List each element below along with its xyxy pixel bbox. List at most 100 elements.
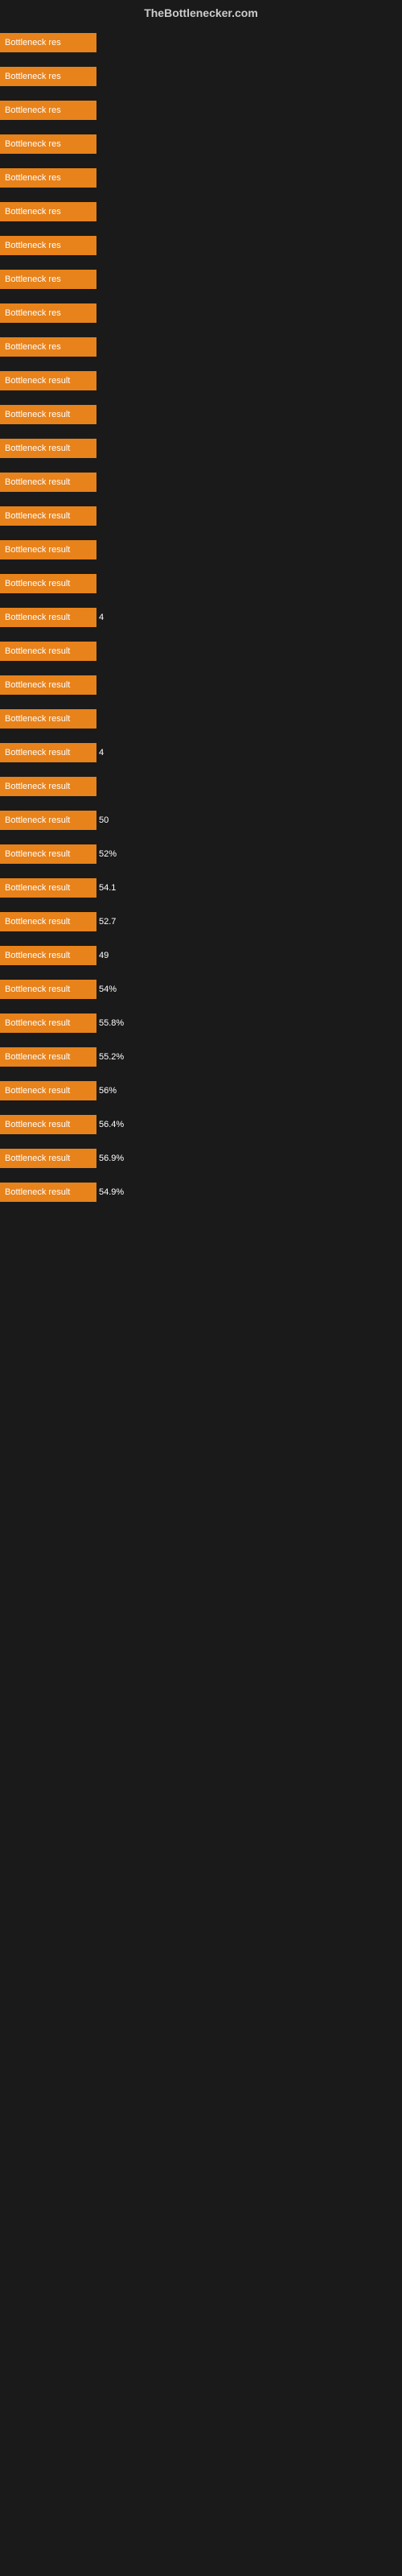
bar-value-container: 56.4% bbox=[96, 1115, 124, 1134]
bar-value-container: 56% bbox=[96, 1081, 117, 1100]
bar-row: Bottleneck result56% bbox=[0, 1080, 402, 1102]
bar-row: Bottleneck res bbox=[0, 268, 402, 291]
bar-label: Bottleneck res bbox=[0, 67, 96, 86]
bar-row: Bottleneck result56.9% bbox=[0, 1147, 402, 1170]
bar-label: Bottleneck res bbox=[0, 134, 96, 154]
bar-label: Bottleneck result bbox=[0, 608, 96, 627]
bar-value-container: 56.9% bbox=[96, 1149, 124, 1168]
bar-label: Bottleneck result bbox=[0, 912, 96, 931]
bar-label: Bottleneck result bbox=[0, 946, 96, 965]
bar-label: Bottleneck result bbox=[0, 439, 96, 458]
bar-row: Bottleneck result bbox=[0, 403, 402, 426]
bar-row: Bottleneck result bbox=[0, 775, 402, 798]
bar-row: Bottleneck result54.9% bbox=[0, 1181, 402, 1203]
bar-value-container: 54% bbox=[96, 980, 117, 999]
bar-label: Bottleneck result bbox=[0, 878, 96, 898]
bar-value-container: 49 bbox=[96, 946, 109, 965]
bar-label: Bottleneck result bbox=[0, 405, 96, 424]
bar-value-text: 55.8% bbox=[96, 1018, 124, 1028]
bar-value-text: 4 bbox=[96, 748, 104, 758]
bar-row: Bottleneck result54.1 bbox=[0, 877, 402, 899]
bar-row: Bottleneck res bbox=[0, 133, 402, 155]
bar-value-text: 54.9% bbox=[96, 1187, 124, 1197]
bar-value-text: 4 bbox=[96, 613, 104, 622]
bar-label: Bottleneck result bbox=[0, 371, 96, 390]
bar-label: Bottleneck res bbox=[0, 202, 96, 221]
bar-row: Bottleneck result bbox=[0, 674, 402, 696]
bar-label: Bottleneck res bbox=[0, 101, 96, 120]
bar-row: Bottleneck res bbox=[0, 65, 402, 88]
bar-row: Bottleneck result bbox=[0, 471, 402, 493]
bar-row: Bottleneck result4 bbox=[0, 606, 402, 629]
bar-row: Bottleneck result56.4% bbox=[0, 1113, 402, 1136]
bar-row: Bottleneck res bbox=[0, 200, 402, 223]
bar-row: Bottleneck res bbox=[0, 234, 402, 257]
bar-label: Bottleneck result bbox=[0, 540, 96, 559]
bar-label: Bottleneck result bbox=[0, 1013, 96, 1033]
bar-row: Bottleneck result55.2% bbox=[0, 1046, 402, 1068]
bar-value-container: 54.9% bbox=[96, 1183, 124, 1202]
bar-row: Bottleneck result52.7 bbox=[0, 910, 402, 933]
bar-value-text: 56.9% bbox=[96, 1154, 124, 1163]
bar-row: Bottleneck result50 bbox=[0, 809, 402, 832]
bar-label: Bottleneck res bbox=[0, 33, 96, 52]
bar-value-container: 55.8% bbox=[96, 1013, 124, 1033]
bar-value-container: 50 bbox=[96, 811, 109, 830]
bar-label: Bottleneck result bbox=[0, 844, 96, 864]
bar-row: Bottleneck result bbox=[0, 572, 402, 595]
bar-label: Bottleneck res bbox=[0, 270, 96, 289]
bar-label: Bottleneck res bbox=[0, 168, 96, 188]
bar-row: Bottleneck result55.8% bbox=[0, 1012, 402, 1034]
bar-row: Bottleneck result49 bbox=[0, 944, 402, 967]
bar-value-text: 52% bbox=[96, 849, 117, 859]
bar-label: Bottleneck res bbox=[0, 236, 96, 255]
bar-label: Bottleneck result bbox=[0, 675, 96, 695]
bar-label: Bottleneck result bbox=[0, 709, 96, 729]
bar-label: Bottleneck result bbox=[0, 777, 96, 796]
bar-label: Bottleneck result bbox=[0, 1081, 96, 1100]
bar-value-container: 4 bbox=[96, 743, 104, 762]
bar-value-container: 54.1 bbox=[96, 878, 116, 898]
bar-value-container: 4 bbox=[96, 608, 104, 627]
bar-row: Bottleneck result bbox=[0, 505, 402, 527]
bar-row: Bottleneck result bbox=[0, 708, 402, 730]
bar-value-text: 56.4% bbox=[96, 1120, 124, 1129]
bar-row: Bottleneck res bbox=[0, 302, 402, 324]
header: TheBottlenecker.com bbox=[0, 0, 402, 23]
bar-label: Bottleneck result bbox=[0, 642, 96, 661]
bar-row: Bottleneck res bbox=[0, 336, 402, 358]
bar-value-container: 52% bbox=[96, 844, 117, 864]
bar-value-text: 56% bbox=[96, 1086, 117, 1096]
bar-label: Bottleneck result bbox=[0, 506, 96, 526]
bar-row: Bottleneck res bbox=[0, 167, 402, 189]
bar-value-container: 52.7 bbox=[96, 912, 116, 931]
bar-row: Bottleneck result4 bbox=[0, 741, 402, 764]
bar-row: Bottleneck result bbox=[0, 539, 402, 561]
bar-row: Bottleneck result bbox=[0, 437, 402, 460]
bar-label: Bottleneck result bbox=[0, 574, 96, 593]
bars-container: Bottleneck res Bottleneck res Bottleneck r… bbox=[0, 23, 402, 1203]
bar-label: Bottleneck result bbox=[0, 1047, 96, 1067]
bar-label: Bottleneck result bbox=[0, 1183, 96, 1202]
bar-value-text: 49 bbox=[96, 951, 109, 960]
bar-value-text: 50 bbox=[96, 815, 109, 825]
bar-row: Bottleneck res bbox=[0, 31, 402, 54]
bar-label: Bottleneck res bbox=[0, 337, 96, 357]
bar-value-text: 54.1 bbox=[96, 883, 116, 893]
bar-value-text: 55.2% bbox=[96, 1052, 124, 1062]
bar-label: Bottleneck res bbox=[0, 303, 96, 323]
bar-value-text: 52.7 bbox=[96, 917, 116, 927]
bar-value-text: 54% bbox=[96, 985, 117, 994]
bar-row: Bottleneck result52% bbox=[0, 843, 402, 865]
bar-row: Bottleneck result bbox=[0, 640, 402, 663]
bar-value-container: 55.2% bbox=[96, 1047, 124, 1067]
bar-label: Bottleneck result bbox=[0, 743, 96, 762]
bar-label: Bottleneck result bbox=[0, 980, 96, 999]
bar-label: Bottleneck result bbox=[0, 1115, 96, 1134]
site-title: TheBottlenecker.com bbox=[0, 0, 402, 23]
bar-row: Bottleneck result54% bbox=[0, 978, 402, 1001]
bar-label: Bottleneck result bbox=[0, 473, 96, 492]
bar-row: Bottleneck result bbox=[0, 369, 402, 392]
bar-label: Bottleneck result bbox=[0, 1149, 96, 1168]
bar-row: Bottleneck res bbox=[0, 99, 402, 122]
